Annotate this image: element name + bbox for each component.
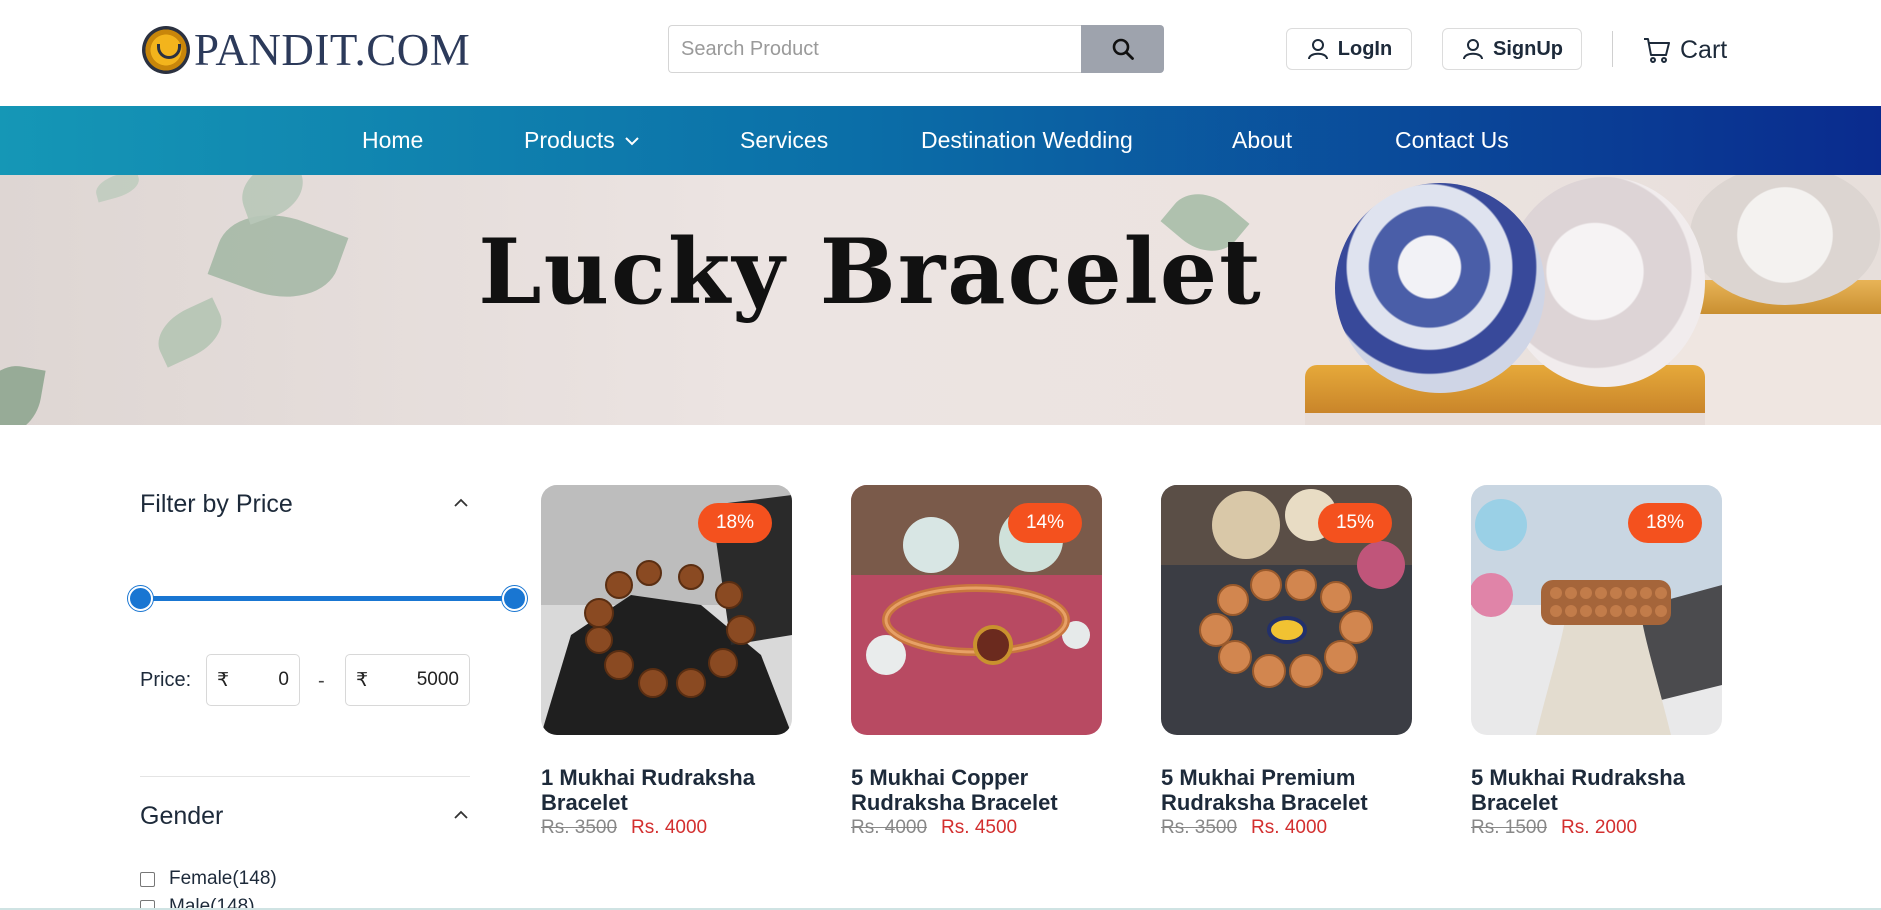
nav-item-products[interactable]: Products [524,106,641,175]
slider-track [140,596,514,601]
logo-text: PANDIT.COM [194,25,471,75]
discount-badge: 15% [1317,503,1392,543]
hero-banner: Lucky Bracelet [0,175,1881,425]
currency-symbol: ₹ [217,669,230,691]
product-price: Rs. 1500 Rs. 2000 [1471,817,1722,839]
price-filter-title: Filter by Price [140,490,293,518]
original-price: Rs. 1500 [1471,817,1548,838]
product-image[interactable]: 18% [541,485,792,735]
nav-item-label: Services [740,127,829,153]
page-title: Lucky Bracelet [478,219,1263,325]
product-price: Rs. 3500 Rs. 4000 [541,817,792,839]
site-header: PANDIT.COM LogIn SignUp Cart [0,0,1881,106]
slider-max-handle[interactable] [501,586,527,611]
product-card[interactable]: 18% 5 Mukhai Rudraksha Bracelet Rs. 1500 … [1471,485,1722,839]
product-name[interactable]: 1 Mukhai Rudraksha Bracelet [541,765,792,815]
sale-price: Rs. 4500 [941,817,1018,838]
sale-price: Rs. 4000 [631,817,708,838]
login-label: LogIn [1337,37,1393,60]
original-price: Rs. 3500 [541,817,618,838]
sale-price: Rs. 2000 [1561,817,1638,838]
nav-item-services[interactable]: Services [740,106,828,175]
chevron-down-icon [625,136,639,145]
product-name[interactable]: 5 Mukhai Premium Rudraksha Bracelet [1161,765,1412,815]
nav-item-label: Destination Wedding [921,127,1133,153]
main-nav: Home Products Services Destination Weddi… [0,106,1881,175]
leaf-decoration [0,360,46,425]
product-image[interactable]: 18% [1471,485,1722,735]
cart-button[interactable]: Cart [1642,30,1727,70]
chevron-up-icon[interactable] [452,494,470,512]
checkbox[interactable] [140,871,155,887]
original-price: Rs. 4000 [851,817,928,838]
signup-label: SignUp [1493,37,1563,60]
nav-item-label: Products [524,127,615,153]
price-separator: - [318,670,325,692]
login-button[interactable]: LogIn [1286,28,1412,70]
price-label: Price: [140,669,192,691]
sale-price: Rs. 4000 [1251,817,1328,838]
leaf-decoration [92,175,143,203]
chevron-up-icon[interactable] [452,806,470,824]
nav-item-label: About [1232,127,1293,153]
nav-item-home[interactable]: Home [362,106,423,175]
product-card[interactable]: 18% 1 Mukhai Rudraksha Bracelet Rs. 3500 … [541,485,792,839]
filter-divider [140,776,470,777]
product-image[interactable]: 15% [1161,485,1412,735]
header-divider [1612,31,1613,67]
discount-badge: 14% [1007,503,1082,543]
user-icon [1463,39,1483,60]
cart-icon [1644,38,1670,63]
search-bar [668,25,1164,73]
checkbox-label: Female(148) [169,868,277,889]
price-min-field[interactable]: ₹ [206,654,300,706]
nav-item-destination-wedding[interactable]: Destination Wedding [921,106,1133,175]
product-name[interactable]: 5 Mukhai Copper Rudraksha Bracelet [851,765,1102,815]
price-max-input[interactable] [376,669,459,691]
cart-label: Cart [1680,35,1728,64]
discount-badge: 18% [1627,503,1702,543]
product-price: Rs. 3500 Rs. 4000 [1161,817,1412,839]
price-range-slider[interactable] [127,586,527,612]
signup-button[interactable]: SignUp [1442,28,1582,70]
price-min-input[interactable] [237,669,289,691]
original-price: Rs. 3500 [1161,817,1238,838]
product-price: Rs. 4000 Rs. 4500 [851,817,1102,839]
discount-badge: 18% [697,503,772,543]
logo-emblem-icon [142,26,190,74]
currency-symbol: ₹ [356,669,369,691]
nav-item-contact-us[interactable]: Contact Us [1395,106,1509,175]
product-name[interactable]: 5 Mukhai Rudraksha Bracelet [1471,765,1722,815]
nav-item-label: Home [362,127,424,153]
nav-item-label: Contact Us [1395,127,1509,153]
product-card[interactable]: 15% 5 Mukhai Premium Rudraksha Bracelet R… [1161,485,1412,839]
price-max-field[interactable]: ₹ [345,654,470,706]
user-icon [1307,39,1328,60]
search-button[interactable] [1081,25,1164,73]
site-logo[interactable]: PANDIT.COM [142,24,470,76]
product-card[interactable]: 14% 5 Mukhai Copper Rudraksha Bracelet Rs… [851,485,1102,839]
slider-min-handle[interactable] [127,586,153,611]
search-input[interactable] [668,25,1081,73]
product-image[interactable]: 14% [851,485,1102,735]
gender-option-female[interactable]: Female(148) [140,868,277,890]
nav-item-about[interactable]: About [1232,106,1292,175]
search-icon [1112,38,1134,60]
gender-filter-title: Gender [140,802,224,830]
